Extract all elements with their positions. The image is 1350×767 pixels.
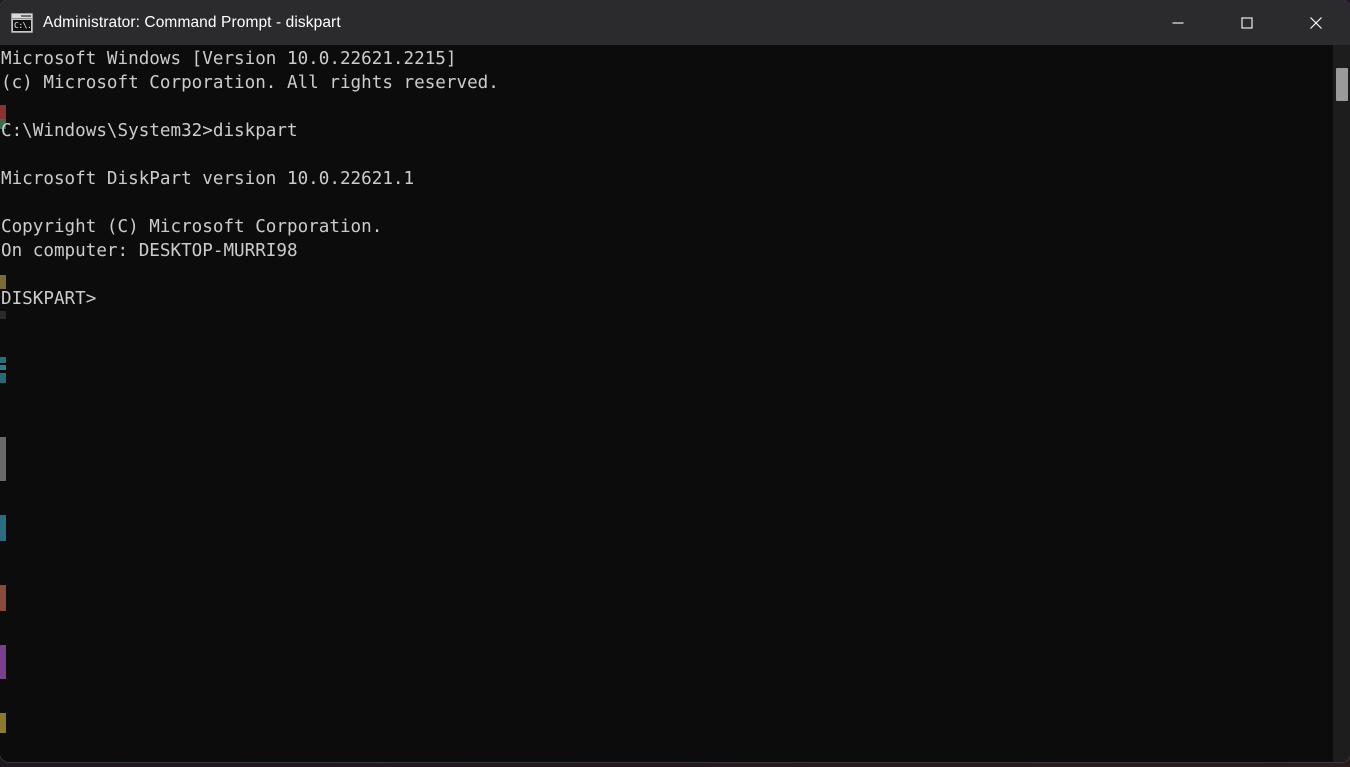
scrollbar-thumb[interactable] xyxy=(1336,68,1348,101)
minimize-icon xyxy=(1170,15,1186,31)
console-text-buffer: Microsoft Windows [Version 10.0.22621.22… xyxy=(0,45,499,311)
window-titlebar[interactable]: C:\. Administrator: Command Prompt - dis… xyxy=(0,0,1350,45)
edge-artifact-segment xyxy=(0,311,6,319)
edge-artifact-segment xyxy=(0,515,6,541)
console-line: (c) Microsoft Corporation. All rights re… xyxy=(1,73,499,93)
edge-artifact-segment xyxy=(0,713,6,733)
cmd-icon-screen-text: C:\. xyxy=(13,19,31,31)
edge-artifact-segment xyxy=(0,585,6,611)
console-line: DISKPART> xyxy=(1,289,97,309)
console-output-area[interactable]: Microsoft Windows [Version 10.0.22621.22… xyxy=(0,45,1350,762)
close-icon xyxy=(1307,14,1325,32)
maximize-button[interactable] xyxy=(1212,0,1281,45)
minimize-button[interactable] xyxy=(1143,0,1212,45)
close-button[interactable] xyxy=(1281,0,1350,45)
console-line: C:\Windows\System32>diskpart xyxy=(1,121,298,141)
titlebar-left-group: C:\. Administrator: Command Prompt - dis… xyxy=(0,0,1143,45)
window-title: Administrator: Command Prompt - diskpart xyxy=(43,13,341,31)
console-line: Copyright (C) Microsoft Corporation. xyxy=(1,217,383,237)
edge-artifact-segment xyxy=(0,437,6,481)
console-line: On computer: DESKTOP-MURRI98 xyxy=(1,241,298,261)
cmd-icon-titlebar-glyph xyxy=(12,13,32,19)
console-line: Microsoft Windows [Version 10.0.22621.22… xyxy=(1,49,457,69)
console-scrollbar[interactable] xyxy=(1333,45,1350,762)
console-line: Microsoft DiskPart version 10.0.22621.1 xyxy=(1,169,415,189)
command-prompt-window: C:\. Administrator: Command Prompt - dis… xyxy=(0,0,1350,762)
window-controls xyxy=(1143,0,1350,45)
desktop-background: C:\. Administrator: Command Prompt - dis… xyxy=(0,0,1350,767)
cmd-prompt-icon: C:\. xyxy=(11,12,33,33)
edge-artifact-segment xyxy=(0,645,6,679)
maximize-icon xyxy=(1239,15,1255,31)
